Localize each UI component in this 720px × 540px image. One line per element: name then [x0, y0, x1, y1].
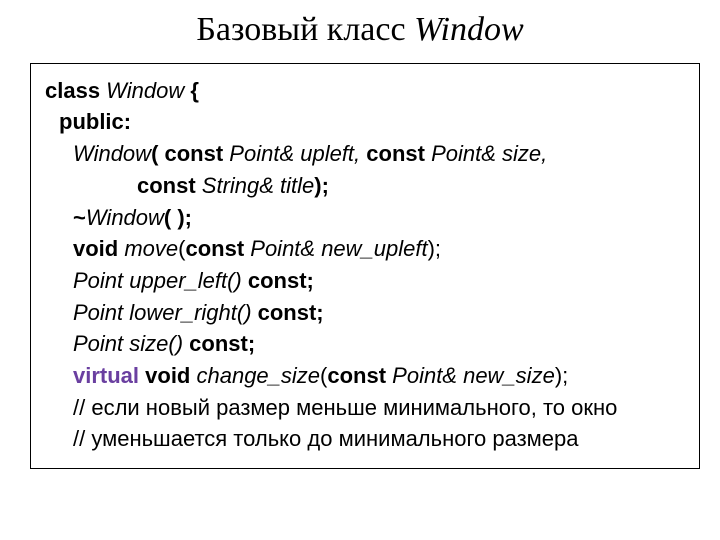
tilde: ~ [73, 205, 86, 230]
code-line: Window( const Point& upleft, const Point… [45, 139, 685, 169]
slide-title: Базовый класс Window [0, 0, 720, 57]
comment-line: // уменьшается только до минимального ра… [45, 424, 685, 454]
code-box: class Window { public: Window( const Poi… [30, 63, 700, 469]
fn-change-size: change_size [196, 363, 320, 388]
kw-class: class [45, 78, 106, 103]
text: ); [428, 236, 441, 261]
text: ( ); [164, 205, 192, 230]
param: String& title [202, 173, 315, 198]
text: ); [314, 173, 329, 198]
code-line: class Window { [45, 76, 685, 106]
fn-move: move [124, 236, 178, 261]
kw-const: const; [252, 300, 324, 325]
text: ); [555, 363, 568, 388]
title-italic: Window [414, 11, 524, 48]
fn-upper-left: Point upper_left() [73, 268, 242, 293]
kw-const: const; [242, 268, 314, 293]
param: Point& upleft, [229, 141, 360, 166]
code-line: Point lower_right() const; [45, 298, 685, 328]
kw-public: public: [59, 109, 131, 134]
slide: Базовый класс Window class Window { publ… [0, 0, 720, 540]
param: Point& size, [431, 141, 547, 166]
type-window: Window [106, 78, 184, 103]
text: ( const [151, 141, 229, 166]
param: Point& new_size [392, 363, 555, 388]
kw-virtual: virtual [73, 363, 139, 388]
code-line: const String& title); [45, 171, 685, 201]
text: const [137, 173, 202, 198]
param: Point& new_upleft [250, 236, 427, 261]
kw-const: const [185, 236, 250, 261]
code-line: void move(const Point& new_upleft); [45, 234, 685, 264]
kw-const: const [327, 363, 392, 388]
kw-const: const; [183, 331, 255, 356]
kw-void: void [139, 363, 196, 388]
text: const [360, 141, 431, 166]
code-line: ~Window( ); [45, 203, 685, 233]
code-line: Point upper_left() const; [45, 266, 685, 296]
code-line: Point size() const; [45, 329, 685, 359]
comment-line: // если новый размер меньше минимального… [45, 393, 685, 423]
code-line: public: [45, 107, 685, 137]
kw-void: void [73, 236, 124, 261]
fn-lower-right: Point lower_right() [73, 300, 252, 325]
code-line: virtual void change_size(const Point& ne… [45, 361, 685, 391]
dtor-name: Window [86, 205, 164, 230]
title-plain: Базовый класс [196, 11, 414, 48]
brace-open: { [184, 78, 199, 103]
ctor-name: Window [73, 141, 151, 166]
fn-size: Point size() [73, 331, 183, 356]
